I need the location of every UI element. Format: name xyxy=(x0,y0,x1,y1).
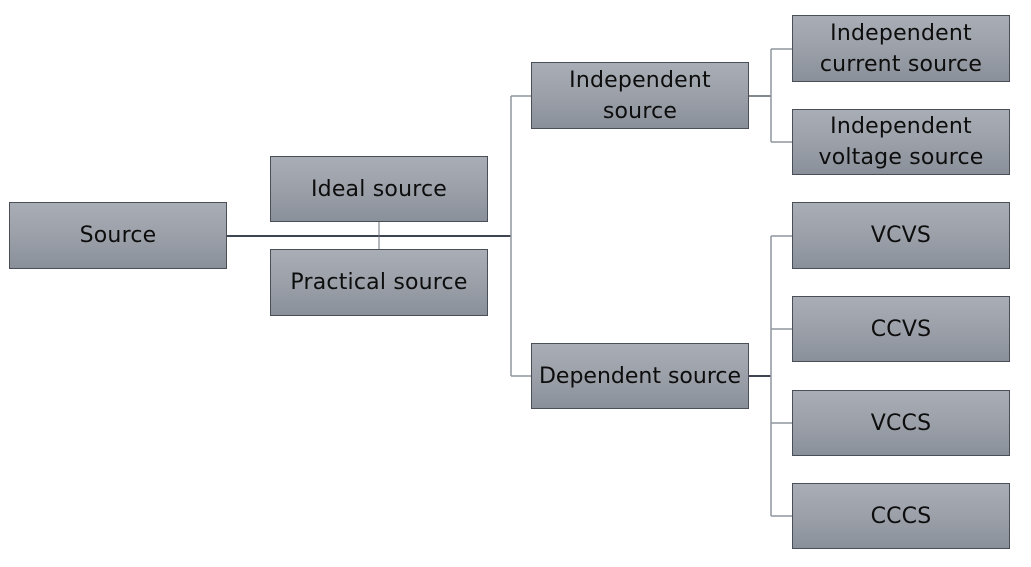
node-cccs-label: CCCS xyxy=(870,503,932,529)
node-practical-source: Practical source xyxy=(270,249,488,316)
node-cccs: CCCS xyxy=(792,483,1010,549)
node-independent-source-label: Independent source xyxy=(569,67,711,124)
connector-lines xyxy=(227,48,792,517)
source-classification-diagram: Source Ideal source Practical source Ind… xyxy=(0,0,1031,567)
node-source-label: Source xyxy=(79,223,157,248)
node-ideal-source: Ideal source xyxy=(270,156,488,222)
node-source: Source xyxy=(9,202,227,269)
node-independent-source: Independent source xyxy=(531,62,749,129)
node-vccs-label: VCCS xyxy=(870,410,932,436)
node-dependent-source: Dependent source xyxy=(531,343,749,409)
node-vcvs: VCVS xyxy=(792,202,1010,269)
node-ccvs: CCVS xyxy=(792,296,1010,362)
node-ccvs-label: CCVS xyxy=(870,316,932,342)
node-independent-voltage-source-label: Independent voltage source xyxy=(818,114,984,170)
node-practical-source-label: Practical source xyxy=(290,270,468,295)
node-vcvs-label: VCVS xyxy=(870,223,932,248)
node-independent-voltage-source: Independent voltage source xyxy=(792,109,1010,175)
node-independent-current-source: Independent current source xyxy=(792,15,1010,82)
node-independent-current-source-label: Independent current source xyxy=(819,20,983,77)
node-dependent-source-label: Dependent source xyxy=(538,363,742,389)
node-vccs: VCCS xyxy=(792,390,1010,456)
node-ideal-source-label: Ideal source xyxy=(310,176,448,202)
